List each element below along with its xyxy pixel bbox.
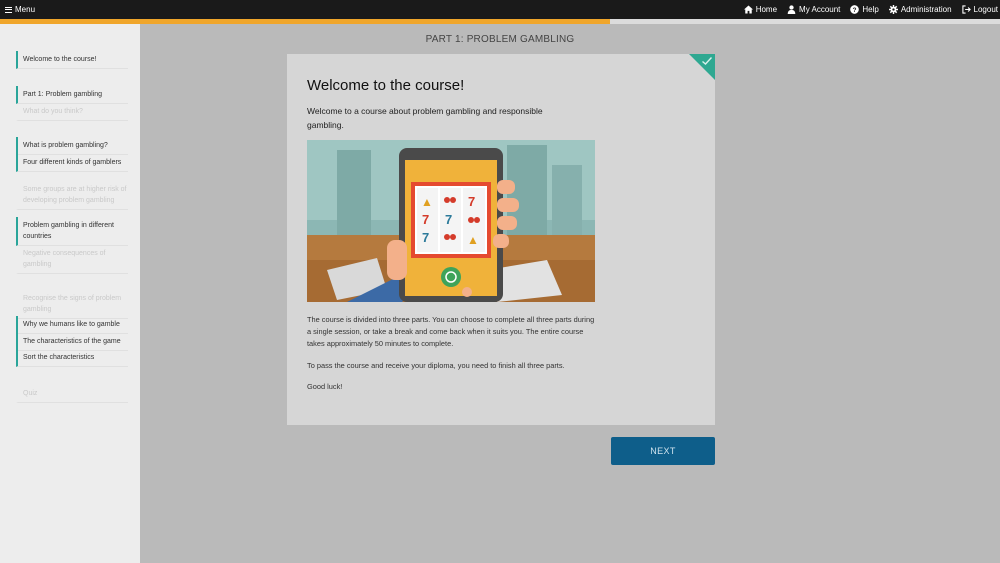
sidebar-item-label: Part 1: Problem gambling: [23, 91, 102, 98]
sidebar-item-part-1[interactable]: Part 1: Problem gambling: [16, 86, 128, 104]
administration-link-label: Administration: [900, 5, 952, 14]
svg-text:?: ?: [853, 7, 857, 14]
slot-machine-phone-illustration: ▲ 7 7 7 7 ▲: [307, 140, 595, 302]
logout-link[interactable]: Logout: [961, 5, 998, 14]
home-link[interactable]: Home: [743, 5, 778, 14]
card-title: Welcome to the course!: [307, 77, 465, 94]
hamburger-icon: [5, 6, 12, 13]
logout-icon: [961, 5, 971, 14]
sidebar-item-label: Quiz: [23, 390, 38, 397]
menu-label: Menu: [15, 5, 36, 14]
course-info-paragraph: The course is divided into three parts. …: [307, 315, 595, 348]
help-link[interactable]: ? Help: [850, 5, 879, 14]
sidebar-item-label: Welcome to the course!: [23, 56, 97, 63]
my-account-link-label: My Account: [799, 5, 841, 14]
home-link-label: Home: [755, 5, 778, 14]
sidebar-item-label: Problem gambling in different countries: [23, 222, 114, 240]
svg-text:▲: ▲: [421, 195, 433, 209]
sidebar-item-what-is-problem-gambling[interactable]: What is problem gambling?: [16, 137, 128, 155]
svg-text:▲: ▲: [467, 233, 479, 247]
content-card: Welcome to the course! Welcome to a cour…: [287, 54, 715, 425]
svg-text:7: 7: [445, 212, 452, 227]
good-luck-paragraph: Good luck!: [307, 382, 343, 391]
sidebar-item-label: Negative consequences of gambling: [23, 250, 106, 268]
sidebar-item-four-kinds-of-gamblers[interactable]: Four different kinds of gamblers: [16, 154, 128, 172]
svg-text:7: 7: [422, 230, 429, 245]
gear-icon: [888, 5, 898, 14]
next-button[interactable]: NEXT: [611, 437, 715, 465]
sidebar-item-quiz: Quiz: [16, 385, 128, 403]
help-icon: ?: [850, 5, 860, 14]
sidebar-item-label: Sort the characteristics: [23, 354, 95, 361]
help-link-label: Help: [862, 5, 879, 14]
my-account-link[interactable]: My Account: [787, 5, 840, 14]
administration-link[interactable]: Administration: [888, 5, 952, 14]
top-navigation-bar: Menu Home My Account ? Help Administrati…: [0, 0, 1000, 19]
main-content: PART 1: PROBLEM GAMBLING Welcome to the …: [140, 24, 1000, 563]
svg-text:7: 7: [468, 194, 475, 209]
home-icon: [743, 5, 753, 14]
diploma-info-paragraph: To pass the course and receive your dipl…: [307, 361, 565, 370]
sidebar-item-recognise-signs: Recognise the signs of problem gambling: [16, 290, 128, 319]
sidebar-item-negative-consequences: Negative consequences of gambling: [16, 245, 128, 274]
course-sidebar: Welcome to the course! Part 1: Problem g…: [0, 24, 140, 563]
sidebar-item-welcome[interactable]: Welcome to the course!: [16, 51, 128, 69]
checkmark-icon: [702, 57, 713, 65]
logout-link-label: Logout: [973, 5, 998, 14]
sidebar-item-label: Some groups are at higher risk of develo…: [23, 186, 127, 204]
sidebar-item-label: Four different kinds of gamblers: [23, 159, 122, 166]
menu-button[interactable]: Menu: [0, 5, 35, 14]
sidebar-item-label: What is problem gambling?: [23, 142, 108, 149]
sidebar-item-why-we-gamble[interactable]: Why we humans like to gamble: [16, 316, 128, 334]
sidebar-item-sort-characteristics[interactable]: Sort the characteristics: [16, 349, 128, 367]
part-title: PART 1: PROBLEM GAMBLING: [425, 34, 575, 45]
card-lead-text: Welcome to a course about problem gambli…: [307, 106, 543, 130]
sidebar-item-different-countries[interactable]: Problem gambling in different countries: [16, 217, 128, 246]
sidebar-item-label: What do you think?: [23, 108, 83, 115]
sidebar-item-label: The characteristics of the game: [23, 338, 121, 345]
top-nav-links: Home My Account ? Help Administration Lo…: [743, 5, 1000, 14]
sidebar-item-what-do-you-think: What do you think?: [16, 103, 128, 121]
svg-text:7: 7: [422, 212, 429, 227]
sidebar-item-higher-risk-groups: Some groups are at higher risk of develo…: [16, 181, 128, 210]
sidebar-item-label: Why we humans like to gamble: [23, 321, 120, 328]
sidebar-item-label: Recognise the signs of problem gambling: [23, 295, 122, 313]
user-icon: [787, 5, 796, 14]
